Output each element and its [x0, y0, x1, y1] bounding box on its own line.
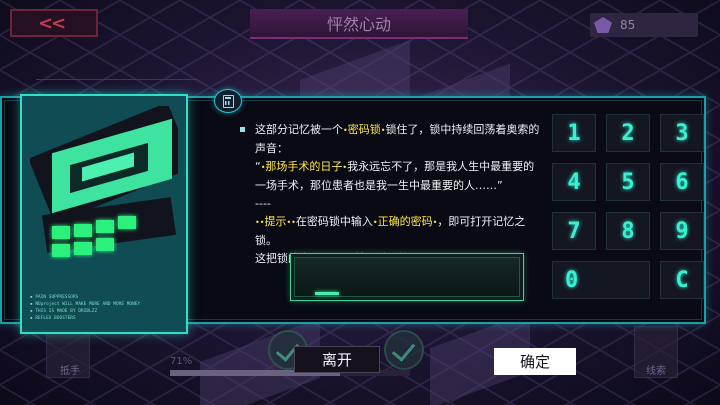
key-label: 4 [567, 169, 581, 195]
key-4[interactable]: 4 [552, 163, 596, 201]
check-icon [384, 330, 424, 370]
side-item-right-label: 线索 [646, 366, 666, 377]
key-label: 9 [675, 218, 689, 244]
memory-card: PAIN SUPPRESSORSNUproject WILL MAKE MORE… [20, 94, 188, 334]
desc-tip-line: ••提示••在密码锁中输入•正确的密码•，即可打开记忆之锁。 [240, 213, 540, 250]
desc-highlight-surgery: 那场手术的日子 [265, 160, 343, 173]
key-6[interactable]: 6 [660, 163, 704, 201]
key-1[interactable]: 1 [552, 114, 596, 152]
currency-counter: 85 [590, 13, 698, 37]
key-8[interactable]: 8 [606, 212, 650, 250]
password-input-inner [294, 257, 520, 297]
art-cell [52, 244, 70, 257]
art-cell [74, 224, 92, 237]
leave-button-label: 离开 [321, 351, 352, 369]
key-label: 7 [567, 218, 581, 244]
key-7[interactable]: 7 [552, 212, 596, 250]
bg-tab-strip [36, 62, 198, 80]
art-cell [52, 226, 70, 239]
side-item-left-label: 抵手 [60, 366, 80, 377]
art-cell [118, 216, 136, 229]
desc-line-4: 一场手术，那位患者也是我一生中最重要的人……” [255, 179, 503, 192]
key-label: 0 [565, 267, 579, 293]
desc-paragraph-1: 这部分记忆被一个•密码锁•锁住了，锁中持续回荡着奥索的 [240, 121, 540, 140]
desc-text: 在密码锁中输入 [295, 215, 373, 228]
key-5[interactable]: 5 [606, 163, 650, 201]
memory-description: 这部分记忆被一个•密码锁•锁住了，锁中持续回荡着奥索的 声音： “•那场手术的日… [240, 121, 540, 268]
confirm-button-label: 确定 [519, 353, 550, 371]
key-label: 6 [675, 169, 689, 195]
desc-highlight-lock: 密码锁 [347, 123, 381, 136]
memory-card-notes: PAIN SUPPRESSORSNUproject WILL MAKE MORE… [30, 294, 180, 322]
key-clear[interactable]: C [660, 261, 704, 299]
card-note-line: REFLEX BOOSTERS [30, 315, 180, 322]
art-cell [74, 242, 92, 255]
memory-card-art [30, 106, 178, 276]
scene-title-text: 怦然心动 [326, 15, 391, 34]
confirm-button[interactable]: 确定 [494, 348, 576, 375]
bullet-icon [240, 127, 245, 132]
key-2[interactable]: 2 [606, 114, 650, 152]
calculator-icon [214, 89, 242, 113]
desc-text: 锁住了，锁中持续回荡着奥索的 [385, 123, 540, 136]
desc-line-2: 声音： [255, 142, 288, 155]
key-label: 5 [621, 169, 635, 195]
card-note-line: THIS IS MADE BY DRIBLZZ [30, 308, 180, 315]
card-note-line: NUproject WILL MAKE MORE AND MORE MONEY [30, 301, 180, 308]
input-cursor [315, 292, 339, 295]
dot-separator: •• [286, 218, 296, 227]
desc-text: 这部分记忆被一个 [255, 123, 343, 136]
key-0[interactable]: 0 [552, 261, 650, 299]
desc-divider: ---- [255, 197, 271, 210]
gem-icon [594, 17, 612, 33]
calculator-glyph [223, 95, 234, 108]
key-label: 3 [675, 120, 689, 146]
art-cell [96, 238, 114, 251]
key-label: 2 [621, 120, 635, 146]
scene-title: 怦然心动 [250, 9, 468, 39]
key-label: 1 [567, 120, 581, 146]
card-note-line: PAIN SUPPRESSORS [30, 294, 180, 301]
password-input[interactable] [290, 253, 524, 301]
progress-label: 71% [170, 356, 193, 367]
leave-button[interactable]: 离开 [294, 346, 380, 373]
back-button[interactable]: << [10, 9, 98, 37]
key-3[interactable]: 3 [660, 114, 704, 152]
key-9[interactable]: 9 [660, 212, 704, 250]
tip-label: 提示 [264, 215, 287, 228]
desc-text: 我永远忘不了，那是我人生中最重要的 [347, 160, 535, 173]
key-label: 8 [621, 218, 635, 244]
key-label: C [675, 267, 689, 293]
currency-value: 85 [620, 18, 636, 32]
desc-highlight-password: 正确的密码 [377, 215, 433, 228]
back-chevrons-icon: << [38, 12, 66, 34]
art-cell [96, 220, 114, 233]
desc-quote-line: “•那场手术的日子•我永远忘不了，那是我人生中最重要的 [240, 158, 540, 177]
